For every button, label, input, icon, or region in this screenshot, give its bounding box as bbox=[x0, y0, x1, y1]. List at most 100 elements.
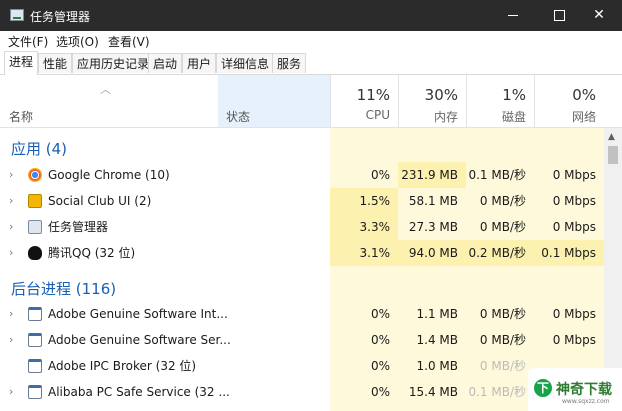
header-network-label: 网络 bbox=[571, 110, 596, 124]
expand-chevron-icon[interactable]: › bbox=[9, 379, 13, 405]
watermark: 下 神奇下载 www.sqxzz.com bbox=[528, 368, 622, 411]
service-window-icon bbox=[28, 333, 42, 347]
cpu-value: 3.1% bbox=[359, 246, 391, 260]
service-window-icon bbox=[28, 307, 42, 321]
process-name: Adobe IPC Broker (32 位) bbox=[48, 359, 197, 373]
process-name: Social Club UI (2) bbox=[48, 194, 152, 208]
process-name: Google Chrome (10) bbox=[48, 168, 170, 182]
column-header: ︿ 名称 状态 11% CPU 30% 内存 1% 磁盘 0% 网络 bbox=[0, 75, 622, 128]
memory-value: 27.3 MB bbox=[408, 220, 458, 234]
task-manager-icon bbox=[28, 220, 42, 234]
memory-value: 1.1 MB bbox=[416, 307, 458, 321]
disk-value: 0.2 MB/秒 bbox=[468, 246, 526, 260]
cpu-value: 0% bbox=[370, 307, 390, 321]
process-name: Adobe Genuine Software Int... bbox=[48, 307, 228, 321]
cpu-value: 0% bbox=[370, 333, 390, 347]
tab-app-history[interactable]: 应用历史记录 bbox=[72, 53, 155, 73]
table-row[interactable]: Adobe IPC Broker (32 位) 0% 1.0 MB 0 MB/秒 bbox=[0, 353, 604, 379]
group-apps[interactable]: 应用 (4) bbox=[11, 138, 67, 159]
service-window-icon bbox=[28, 359, 42, 373]
scroll-thumb[interactable] bbox=[608, 146, 618, 164]
scroll-up-arrow-icon[interactable]: ▲ bbox=[608, 132, 615, 142]
header-cpu-percent: 11% bbox=[356, 86, 390, 104]
menu-view[interactable]: 查看(V) bbox=[108, 33, 150, 50]
minimize-icon bbox=[508, 14, 518, 16]
expand-chevron-icon[interactable]: › bbox=[9, 162, 13, 188]
expand-chevron-icon[interactable]: › bbox=[9, 327, 13, 353]
menu-file[interactable]: 文件(F) bbox=[8, 33, 48, 50]
process-list: 应用 (4) › Google Chrome (10) 0% 231.9 MB … bbox=[0, 128, 604, 411]
close-button[interactable]: ✕ bbox=[576, 0, 622, 31]
network-value: 0 Mbps bbox=[552, 307, 596, 321]
tab-processes[interactable]: 进程 bbox=[4, 51, 39, 75]
expand-chevron-icon[interactable]: › bbox=[9, 188, 13, 214]
tab-bar: 进程 性能 应用历史记录 启动 用户 详细信息 服务 bbox=[0, 50, 622, 75]
table-row[interactable]: › 任务管理器 3.3% 27.3 MB 0 MB/秒 0 Mbps bbox=[0, 214, 604, 240]
header-memory-percent: 30% bbox=[424, 86, 458, 104]
process-name: 腾讯QQ (32 位) bbox=[48, 246, 136, 260]
qq-penguin-icon bbox=[28, 246, 42, 260]
table-row[interactable]: › Alibaba PC Safe Service (32 ... 0% 15.… bbox=[0, 379, 604, 405]
minimize-button[interactable] bbox=[490, 0, 536, 31]
tab-startup[interactable]: 启动 bbox=[148, 53, 183, 73]
tab-services[interactable]: 服务 bbox=[272, 53, 307, 73]
tab-performance[interactable]: 性能 bbox=[38, 53, 73, 73]
service-window-icon bbox=[28, 385, 42, 399]
network-value: 0.1 Mbps bbox=[541, 246, 596, 260]
header-disk[interactable]: 1% 磁盘 bbox=[466, 75, 534, 127]
disk-value: 0 MB/秒 bbox=[479, 359, 526, 373]
watermark-text: 神奇下载 bbox=[556, 382, 612, 398]
header-memory[interactable]: 30% 内存 bbox=[398, 75, 466, 127]
disk-value: 0.1 MB/秒 bbox=[468, 385, 526, 399]
process-name: Adobe Genuine Software Ser... bbox=[48, 333, 231, 347]
tab-details[interactable]: 详细信息 bbox=[216, 53, 275, 73]
memory-value: 94.0 MB bbox=[408, 246, 458, 260]
memory-value: 1.4 MB bbox=[416, 333, 458, 347]
disk-value: 0.1 MB/秒 bbox=[468, 168, 526, 182]
table-row[interactable]: › Google Chrome (10) 0% 231.9 MB 0.1 MB/… bbox=[0, 162, 604, 188]
header-network-percent: 0% bbox=[572, 86, 596, 104]
process-name: 任务管理器 bbox=[48, 220, 109, 234]
table-row[interactable]: › Social Club UI (2) 1.5% 58.1 MB 0 MB/秒… bbox=[0, 188, 604, 214]
table-row[interactable]: › Adobe Genuine Software Ser... 0% 1.4 M… bbox=[0, 327, 604, 353]
expand-chevron-icon[interactable]: › bbox=[9, 240, 13, 266]
header-memory-label: 内存 bbox=[433, 110, 458, 124]
title-bar: 任务管理器 ✕ bbox=[0, 0, 622, 31]
close-icon: ✕ bbox=[593, 7, 605, 23]
memory-value: 1.0 MB bbox=[416, 359, 458, 373]
menu-options[interactable]: 选项(O) bbox=[56, 33, 99, 50]
maximize-icon bbox=[553, 9, 565, 21]
disk-value: 0 MB/秒 bbox=[479, 333, 526, 347]
social-club-icon bbox=[28, 194, 42, 208]
header-status[interactable]: 状态 bbox=[226, 108, 250, 125]
group-background-processes[interactable]: 后台进程 (116) bbox=[11, 278, 116, 299]
disk-value: 0 MB/秒 bbox=[479, 194, 526, 208]
memory-value: 15.4 MB bbox=[408, 385, 458, 399]
tab-users[interactable]: 用户 bbox=[182, 53, 217, 73]
chrome-icon bbox=[28, 168, 42, 182]
window-title: 任务管理器 bbox=[30, 10, 91, 24]
cpu-value: 1.5% bbox=[359, 194, 391, 208]
process-name: Alibaba PC Safe Service (32 ... bbox=[48, 385, 230, 399]
expand-chevron-icon[interactable]: › bbox=[9, 301, 13, 327]
cpu-value: 0% bbox=[370, 385, 390, 399]
network-value: 0 Mbps bbox=[552, 168, 596, 182]
memory-value: 58.1 MB bbox=[408, 194, 458, 208]
table-row[interactable]: › 腾讯QQ (32 位) 3.1% 94.0 MB 0.2 MB/秒 0.1 … bbox=[0, 240, 604, 266]
disk-value: 0 MB/秒 bbox=[479, 220, 526, 234]
watermark-logo-icon: 下 bbox=[534, 379, 552, 397]
watermark-url: www.sqxzz.com bbox=[562, 398, 610, 405]
header-name[interactable]: 名称 bbox=[9, 108, 33, 125]
header-disk-percent: 1% bbox=[502, 86, 526, 104]
expand-chevron-icon[interactable]: › bbox=[9, 214, 13, 240]
header-cpu[interactable]: 11% CPU bbox=[330, 75, 398, 127]
header-cpu-label: CPU bbox=[365, 108, 390, 122]
menu-bar: 文件(F) 选项(O) 查看(V) bbox=[0, 31, 622, 49]
table-row[interactable]: › Adobe Genuine Software Int... 0% 1.1 M… bbox=[0, 301, 604, 327]
cpu-value: 0% bbox=[370, 168, 390, 182]
network-value: 0 Mbps bbox=[552, 194, 596, 208]
header-network[interactable]: 0% 网络 bbox=[534, 75, 604, 127]
header-disk-label: 磁盘 bbox=[501, 110, 526, 124]
cpu-value: 0% bbox=[370, 359, 390, 373]
network-value: 0 Mbps bbox=[552, 220, 596, 234]
